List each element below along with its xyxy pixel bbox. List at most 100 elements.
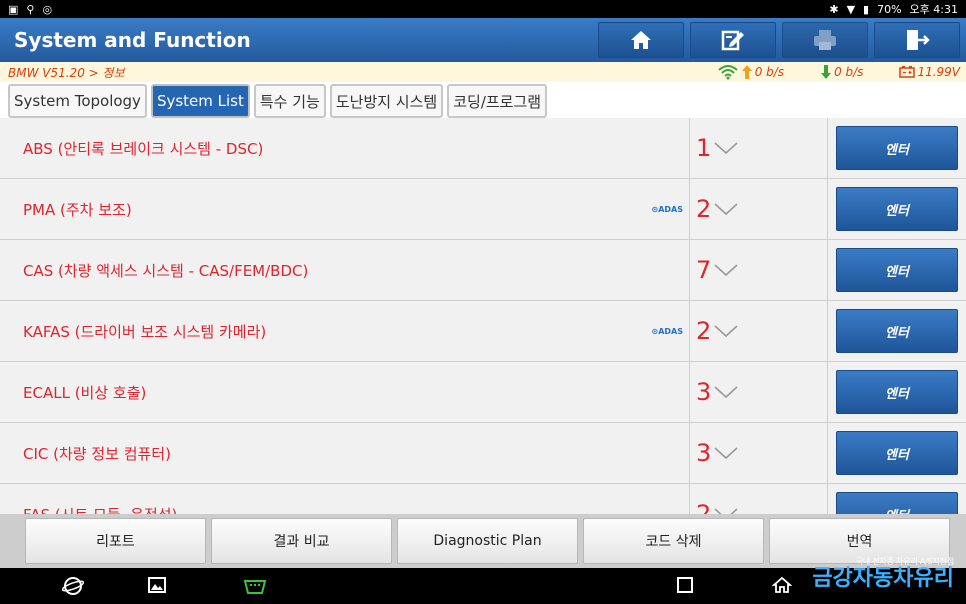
- exit-icon: [907, 30, 930, 50]
- tab-coding-programming[interactable]: 코딩/프로그램: [447, 84, 548, 118]
- info-bar: BMW V51.20 > 정보 0 b/s 0 b/s 11.99V: [0, 62, 966, 82]
- dtc-count: 3: [696, 439, 712, 467]
- system-name: ECALL (비상 호출): [23, 383, 147, 402]
- chevron-down-icon[interactable]: [713, 507, 739, 514]
- diagnostic-plan-button[interactable]: Diagnostic Plan: [397, 518, 578, 564]
- enter-button[interactable]: 엔터: [836, 248, 958, 292]
- watermark: 국내 전차종 차유리 A/S지정점 금강자동차유리: [812, 556, 954, 591]
- system-name-cell[interactable]: KAFAS (드라이버 보조 시스템 카메라) ⊙ADAS: [0, 301, 690, 361]
- browser-icon[interactable]: [62, 576, 84, 596]
- system-name-cell[interactable]: ECALL (비상 호출): [0, 362, 690, 422]
- dtc-count-cell[interactable]: 2: [690, 301, 828, 361]
- dtc-count: 7: [696, 256, 712, 284]
- system-row[interactable]: FAS (시트 모듈, 운전석) 2 엔터: [0, 484, 966, 514]
- dtc-count-cell[interactable]: 2: [690, 484, 828, 514]
- bluetooth-icon: ✱: [829, 2, 839, 16]
- compare-results-button[interactable]: 결과 비교: [211, 518, 392, 564]
- adas-badge: ⊙ADAS: [652, 327, 684, 336]
- chevron-down-icon[interactable]: [713, 446, 739, 460]
- enter-cell: 엔터: [828, 118, 966, 178]
- enter-button[interactable]: 엔터: [836, 492, 958, 514]
- print-icon: [814, 30, 836, 50]
- signal-icon: [718, 65, 738, 80]
- enter-cell: 엔터: [828, 423, 966, 483]
- system-row[interactable]: CIC (차량 정보 컴퓨터) 3 엔터: [0, 423, 966, 484]
- enter-button[interactable]: 엔터: [836, 309, 958, 353]
- dtc-count-cell[interactable]: 2: [690, 179, 828, 239]
- tab-bar: System Topology System List 특수 기능 도난방지 시…: [0, 82, 966, 120]
- breadcrumb: BMW V51.20 > 정보: [8, 65, 125, 80]
- tab-immobilizer[interactable]: 도난방지 시스템: [329, 84, 444, 118]
- vci-connector-icon[interactable]: [242, 576, 268, 596]
- dtc-count-cell[interactable]: 7: [690, 240, 828, 300]
- chevron-down-icon[interactable]: [713, 385, 739, 399]
- dtc-count: 2: [696, 500, 712, 514]
- system-name-cell[interactable]: CAS (차량 액세스 시스템 - CAS/FEM/BDC): [0, 240, 690, 300]
- system-row[interactable]: PMA (주차 보조) ⊙ADAS 2 엔터: [0, 179, 966, 240]
- adas-label: ADAS: [658, 205, 683, 214]
- home-icon: [631, 31, 651, 49]
- home-nav-icon[interactable]: [772, 576, 792, 594]
- clear-codes-button[interactable]: 코드 삭제: [583, 518, 764, 564]
- enter-cell: 엔터: [828, 362, 966, 422]
- system-name-cell[interactable]: ABS (안티록 브레이크 시스템 - DSC): [0, 118, 690, 178]
- usb-icon: ⚲: [26, 2, 35, 16]
- dtc-count: 1: [696, 134, 712, 162]
- chevron-down-icon[interactable]: [713, 141, 739, 155]
- download-arrow-icon: [821, 65, 832, 79]
- dtc-count: 3: [696, 378, 712, 406]
- system-name-cell[interactable]: CIC (차량 정보 컴퓨터): [0, 423, 690, 483]
- report-button[interactable]: 리포트: [25, 518, 206, 564]
- upload-arrow-icon: [741, 65, 752, 79]
- system-row[interactable]: ABS (안티록 브레이크 시스템 - DSC) 1 엔터: [0, 118, 966, 179]
- edit-icon: [721, 30, 744, 51]
- screenshot-icon[interactable]: [148, 576, 166, 594]
- dtc-count-cell[interactable]: 3: [690, 362, 828, 422]
- exit-button[interactable]: [874, 22, 960, 58]
- status-bar: ▣ ⚲ ◎ ✱ ▼ ▮ 70% 오후 4:31: [0, 0, 966, 18]
- system-list[interactable]: ABS (안티록 브레이크 시스템 - DSC) 1 엔터 PMA (주차 보조…: [0, 118, 966, 514]
- system-name-cell[interactable]: PMA (주차 보조) ⊙ADAS: [0, 179, 690, 239]
- enter-button[interactable]: 엔터: [836, 370, 958, 414]
- enter-cell: 엔터: [828, 179, 966, 239]
- system-row[interactable]: CAS (차량 액세스 시스템 - CAS/FEM/BDC) 7 엔터: [0, 240, 966, 301]
- enter-cell: 엔터: [828, 301, 966, 361]
- enter-button[interactable]: 엔터: [836, 187, 958, 231]
- system-name: KAFAS (드라이버 보조 시스템 카메라): [23, 322, 267, 341]
- dtc-count: 2: [696, 317, 712, 345]
- adas-label: ADAS: [658, 327, 683, 336]
- voltage-value: 11.99V: [917, 65, 960, 79]
- dtc-count-cell[interactable]: 3: [690, 423, 828, 483]
- battery-icon: ▮: [863, 2, 870, 16]
- system-name: PMA (주차 보조): [23, 200, 132, 219]
- home-button[interactable]: [598, 22, 684, 58]
- chevron-down-icon[interactable]: [713, 202, 739, 216]
- system-row[interactable]: ECALL (비상 호출) 3 엔터: [0, 362, 966, 423]
- chevron-down-icon[interactable]: [713, 324, 739, 338]
- app-header: System and Function: [0, 18, 966, 62]
- dtc-count: 2: [696, 195, 712, 223]
- tab-system-list[interactable]: System List: [150, 84, 250, 118]
- system-name-cell[interactable]: FAS (시트 모듈, 운전석): [0, 484, 690, 514]
- timer-icon: ◎: [42, 2, 53, 16]
- system-name: FAS (시트 모듈, 운전석): [23, 504, 177, 515]
- clock: 오후 4:31: [909, 3, 958, 16]
- edit-button[interactable]: [690, 22, 776, 58]
- watermark-title: 금강자동차유리: [812, 566, 954, 591]
- chevron-down-icon[interactable]: [713, 263, 739, 277]
- system-row[interactable]: KAFAS (드라이버 보조 시스템 카메라) ⊙ADAS 2 엔터: [0, 301, 966, 362]
- recent-apps-icon[interactable]: [676, 576, 694, 594]
- download-rate: 0 b/s: [834, 65, 864, 79]
- download-stat: 0 b/s: [820, 64, 863, 80]
- enter-button[interactable]: 엔터: [836, 431, 958, 475]
- navigation-bar: 국내 전차종 차유리 A/S지정점 금강자동차유리: [0, 557, 966, 604]
- wifi-icon: ▼: [846, 2, 856, 16]
- enter-button[interactable]: 엔터: [836, 126, 958, 170]
- tab-special-functions[interactable]: 특수 기능: [253, 84, 326, 118]
- print-button[interactable]: [782, 22, 868, 58]
- tab-system-topology[interactable]: System Topology: [8, 84, 147, 118]
- adas-badge: ⊙ADAS: [652, 205, 684, 214]
- upload-rate: 0 b/s: [754, 65, 785, 79]
- dtc-count-cell[interactable]: 1: [690, 118, 828, 178]
- battery-level: 70%: [877, 2, 902, 16]
